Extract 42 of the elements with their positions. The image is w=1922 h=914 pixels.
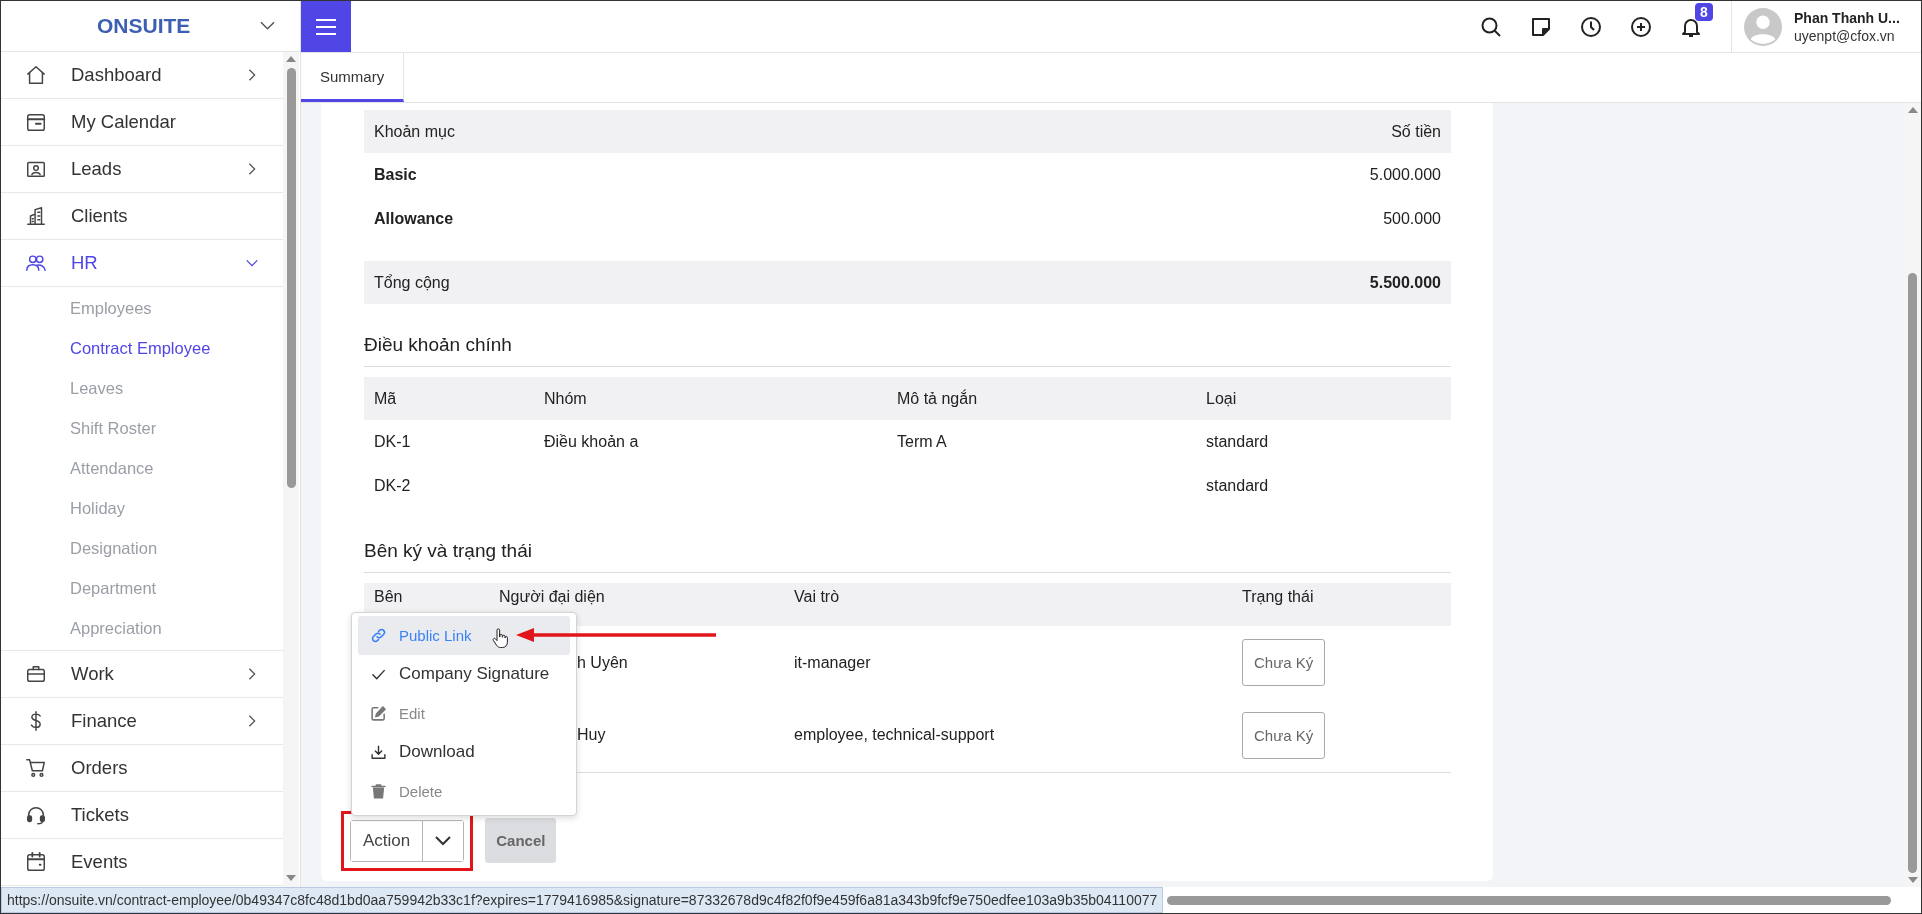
column-header: Nhóm — [534, 377, 887, 420]
action-button[interactable]: Action — [351, 820, 424, 861]
table-cell: employee, technical-support — [784, 699, 1232, 772]
notification-count: 8 — [1695, 2, 1713, 21]
table-cell-text: Allowance — [373, 209, 455, 229]
table-cell: 5.000.000 — [935, 153, 1451, 197]
table-cell-text: DK-2 — [373, 476, 412, 496]
sidebar-subitem[interactable]: Contract Employee — [1, 328, 283, 368]
table-cell: h Uyên — [577, 653, 628, 672]
menu-item[interactable]: Download — [358, 732, 570, 772]
section-title: Bên ký và trạng thái — [364, 540, 1451, 573]
total-amount: 5.500.000 — [920, 261, 1451, 304]
user-name: Phan Thanh U... — [1794, 9, 1900, 26]
menu-item[interactable]: Company Signature — [358, 654, 570, 694]
table-cell: Huy — [577, 726, 606, 745]
table-cell: Basic — [364, 153, 936, 197]
column-header: Vai trò — [784, 583, 1232, 626]
status-button[interactable]: Chưa Ký — [1242, 639, 1326, 686]
column-header: Loại — [1196, 377, 1451, 420]
column-header: Người đại diện — [489, 583, 784, 626]
table-cell: DK-1 — [364, 420, 534, 464]
user-email: uyenpt@cfox.vn — [1794, 27, 1896, 44]
status-url: https://onsuite.vn/contract-employee/0b49347c8fc48d1bd0aa759942b33c1f?expires=1779416985&signature=87332678d9c4f82f0f9e459f6a81a343b9fcf9e750edfee103a9b35b04110077 — [1, 887, 1164, 913]
total-label: Tổng cộng — [364, 261, 921, 304]
section-title: Điều khoản chính — [364, 334, 1451, 367]
table-cell-text: 500.000 — [1382, 209, 1442, 229]
column-header: Mô tả ngắn — [887, 377, 1196, 420]
column-header: Mã — [364, 377, 534, 420]
table-cell: standard — [1196, 420, 1451, 464]
column-header: Khoản mục — [364, 110, 936, 153]
table-cell: Term A — [887, 420, 1196, 464]
column-header: Số tiền — [935, 110, 1451, 153]
table-cell-text: standard — [1205, 476, 1270, 496]
column-header: Trạng thái — [1232, 583, 1451, 626]
app-logo[interactable]: ONSUITE — [97, 14, 191, 38]
tab[interactable]: Summary — [301, 53, 405, 102]
table-cell: Điều khoản a — [534, 420, 887, 464]
user-menu[interactable]: Phan Thanh U... uyenpt@cfox.vn — [1731, 1, 1921, 52]
action-split-button[interactable]: Action — [350, 819, 465, 862]
cancel-button[interactable]: Cancel — [485, 818, 557, 863]
table-cell: it-manager — [784, 626, 1232, 699]
status-button[interactable]: Chưa Ký — [1242, 711, 1326, 759]
